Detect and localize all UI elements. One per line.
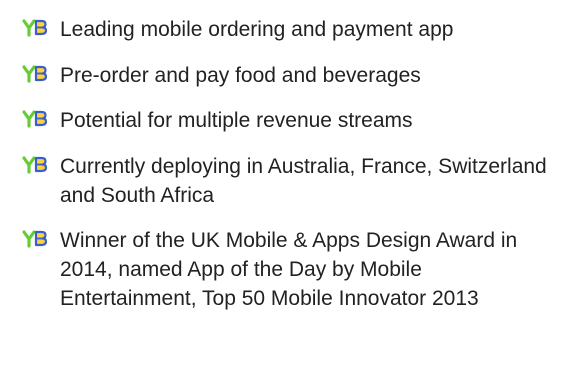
yb-logo-icon <box>22 65 48 83</box>
list-item-text: Potential for multiple revenue streams <box>60 109 413 132</box>
yb-logo-icon <box>22 110 48 128</box>
yb-logo-icon <box>22 230 48 248</box>
list-item-text: Pre-order and pay food and beverages <box>60 64 421 87</box>
list-item-text: Leading mobile ordering and payment app <box>60 18 454 41</box>
feature-list: Leading mobile ordering and payment app … <box>0 0 566 388</box>
list-item-text: Currently deploying in Australia, France… <box>60 155 547 207</box>
yb-logo-icon <box>22 156 48 174</box>
yb-logo-icon <box>22 19 48 37</box>
list-item-text: Winner of the UK Mobile & Apps Design Aw… <box>60 229 518 310</box>
